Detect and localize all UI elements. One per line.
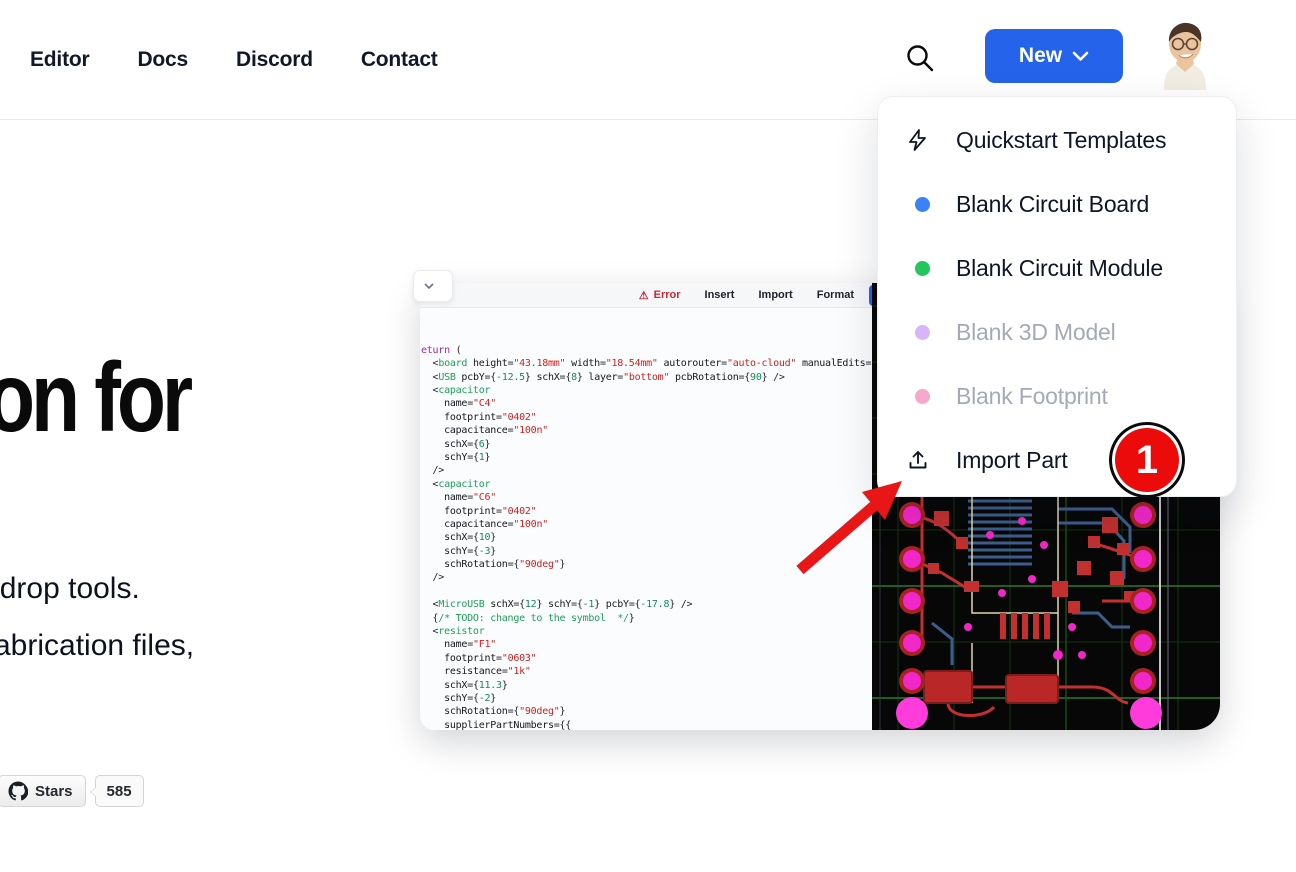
nav-link-contact[interactable]: Contact [361, 48, 438, 72]
github-stars-button[interactable]: Stars [0, 775, 86, 807]
hero-paragraph-line: abrication files, [0, 617, 194, 674]
github-star-widget: Stars 585 [0, 775, 144, 807]
green-dot-icon [915, 261, 930, 276]
menu-item-label: Blank 3D Model [956, 319, 1116, 346]
hero-heading-fragment: on for [0, 341, 189, 454]
pink-dot-icon [915, 389, 930, 404]
user-avatar[interactable] [1156, 20, 1214, 90]
warning-triangle-icon: ⚠ [639, 289, 649, 302]
avatar-photo [1156, 20, 1214, 90]
menu-item-label: Quickstart Templates [956, 127, 1166, 154]
menu-import: Import [758, 289, 792, 301]
github-octocat-icon [8, 781, 28, 801]
menu-item-blank-3d-model[interactable]: Blank 3D Model [878, 300, 1236, 364]
menu-item-import-part[interactable]: Import Part [878, 428, 1236, 492]
chevron-down-icon [1072, 51, 1089, 62]
menu-item-label: Blank Circuit Board [956, 191, 1149, 218]
collapsed-editor-tab[interactable] [413, 270, 453, 302]
error-indicator: ⚠ Error [639, 289, 681, 302]
menu-item-blank-circuit-board[interactable]: Blank Circuit Board [878, 172, 1236, 236]
new-button-label: New [1019, 44, 1062, 68]
new-button[interactable]: New [985, 29, 1123, 83]
star-count-value: 585 [107, 783, 132, 800]
menu-item-quickstart-templates[interactable]: Quickstart Templates [878, 108, 1236, 172]
upload-icon [906, 448, 930, 472]
menu-item-label: Import Part [956, 447, 1068, 474]
menu-item-blank-circuit-module[interactable]: Blank Circuit Module [878, 236, 1236, 300]
search-button[interactable] [903, 42, 937, 76]
nav-link-docs[interactable]: Docs [137, 48, 188, 72]
menu-format: Format [817, 289, 854, 301]
menu-insert: Insert [705, 289, 735, 301]
stars-label: Stars [35, 783, 73, 800]
code-listing: eturn ( <board height="43.18mm" width="1… [421, 344, 872, 730]
blue-dot-icon [915, 197, 930, 212]
new-dropdown-menu: Quickstart Templates Blank Circuit Board… [877, 96, 1237, 497]
step-1-badge: 1 [1115, 428, 1179, 492]
lightning-bolt-icon [906, 128, 930, 152]
purple-dot-icon [915, 325, 930, 340]
chevron-down-icon [423, 282, 435, 290]
hero-paragraph: 'drop tools. abrication files, [0, 560, 194, 674]
nav-links: Editor Docs Discord Contact [30, 0, 438, 120]
star-count[interactable]: 585 [95, 775, 144, 807]
menu-item-blank-footprint[interactable]: Blank Footprint [878, 364, 1236, 428]
nav-link-editor[interactable]: Editor [30, 48, 89, 72]
code-editor-pane: eturn ( <board height="43.18mm" width="1… [420, 308, 872, 730]
menu-item-label: Blank Footprint [956, 383, 1108, 410]
step-number: 1 [1136, 438, 1158, 483]
search-icon [905, 43, 935, 73]
hero-paragraph-line: 'drop tools. [0, 560, 194, 617]
menu-item-label: Blank Circuit Module [956, 255, 1163, 282]
nav-link-discord[interactable]: Discord [236, 48, 313, 72]
editor-toolbar: ⚠ Error Insert Import Format [420, 283, 872, 308]
error-label: Error [654, 289, 681, 301]
